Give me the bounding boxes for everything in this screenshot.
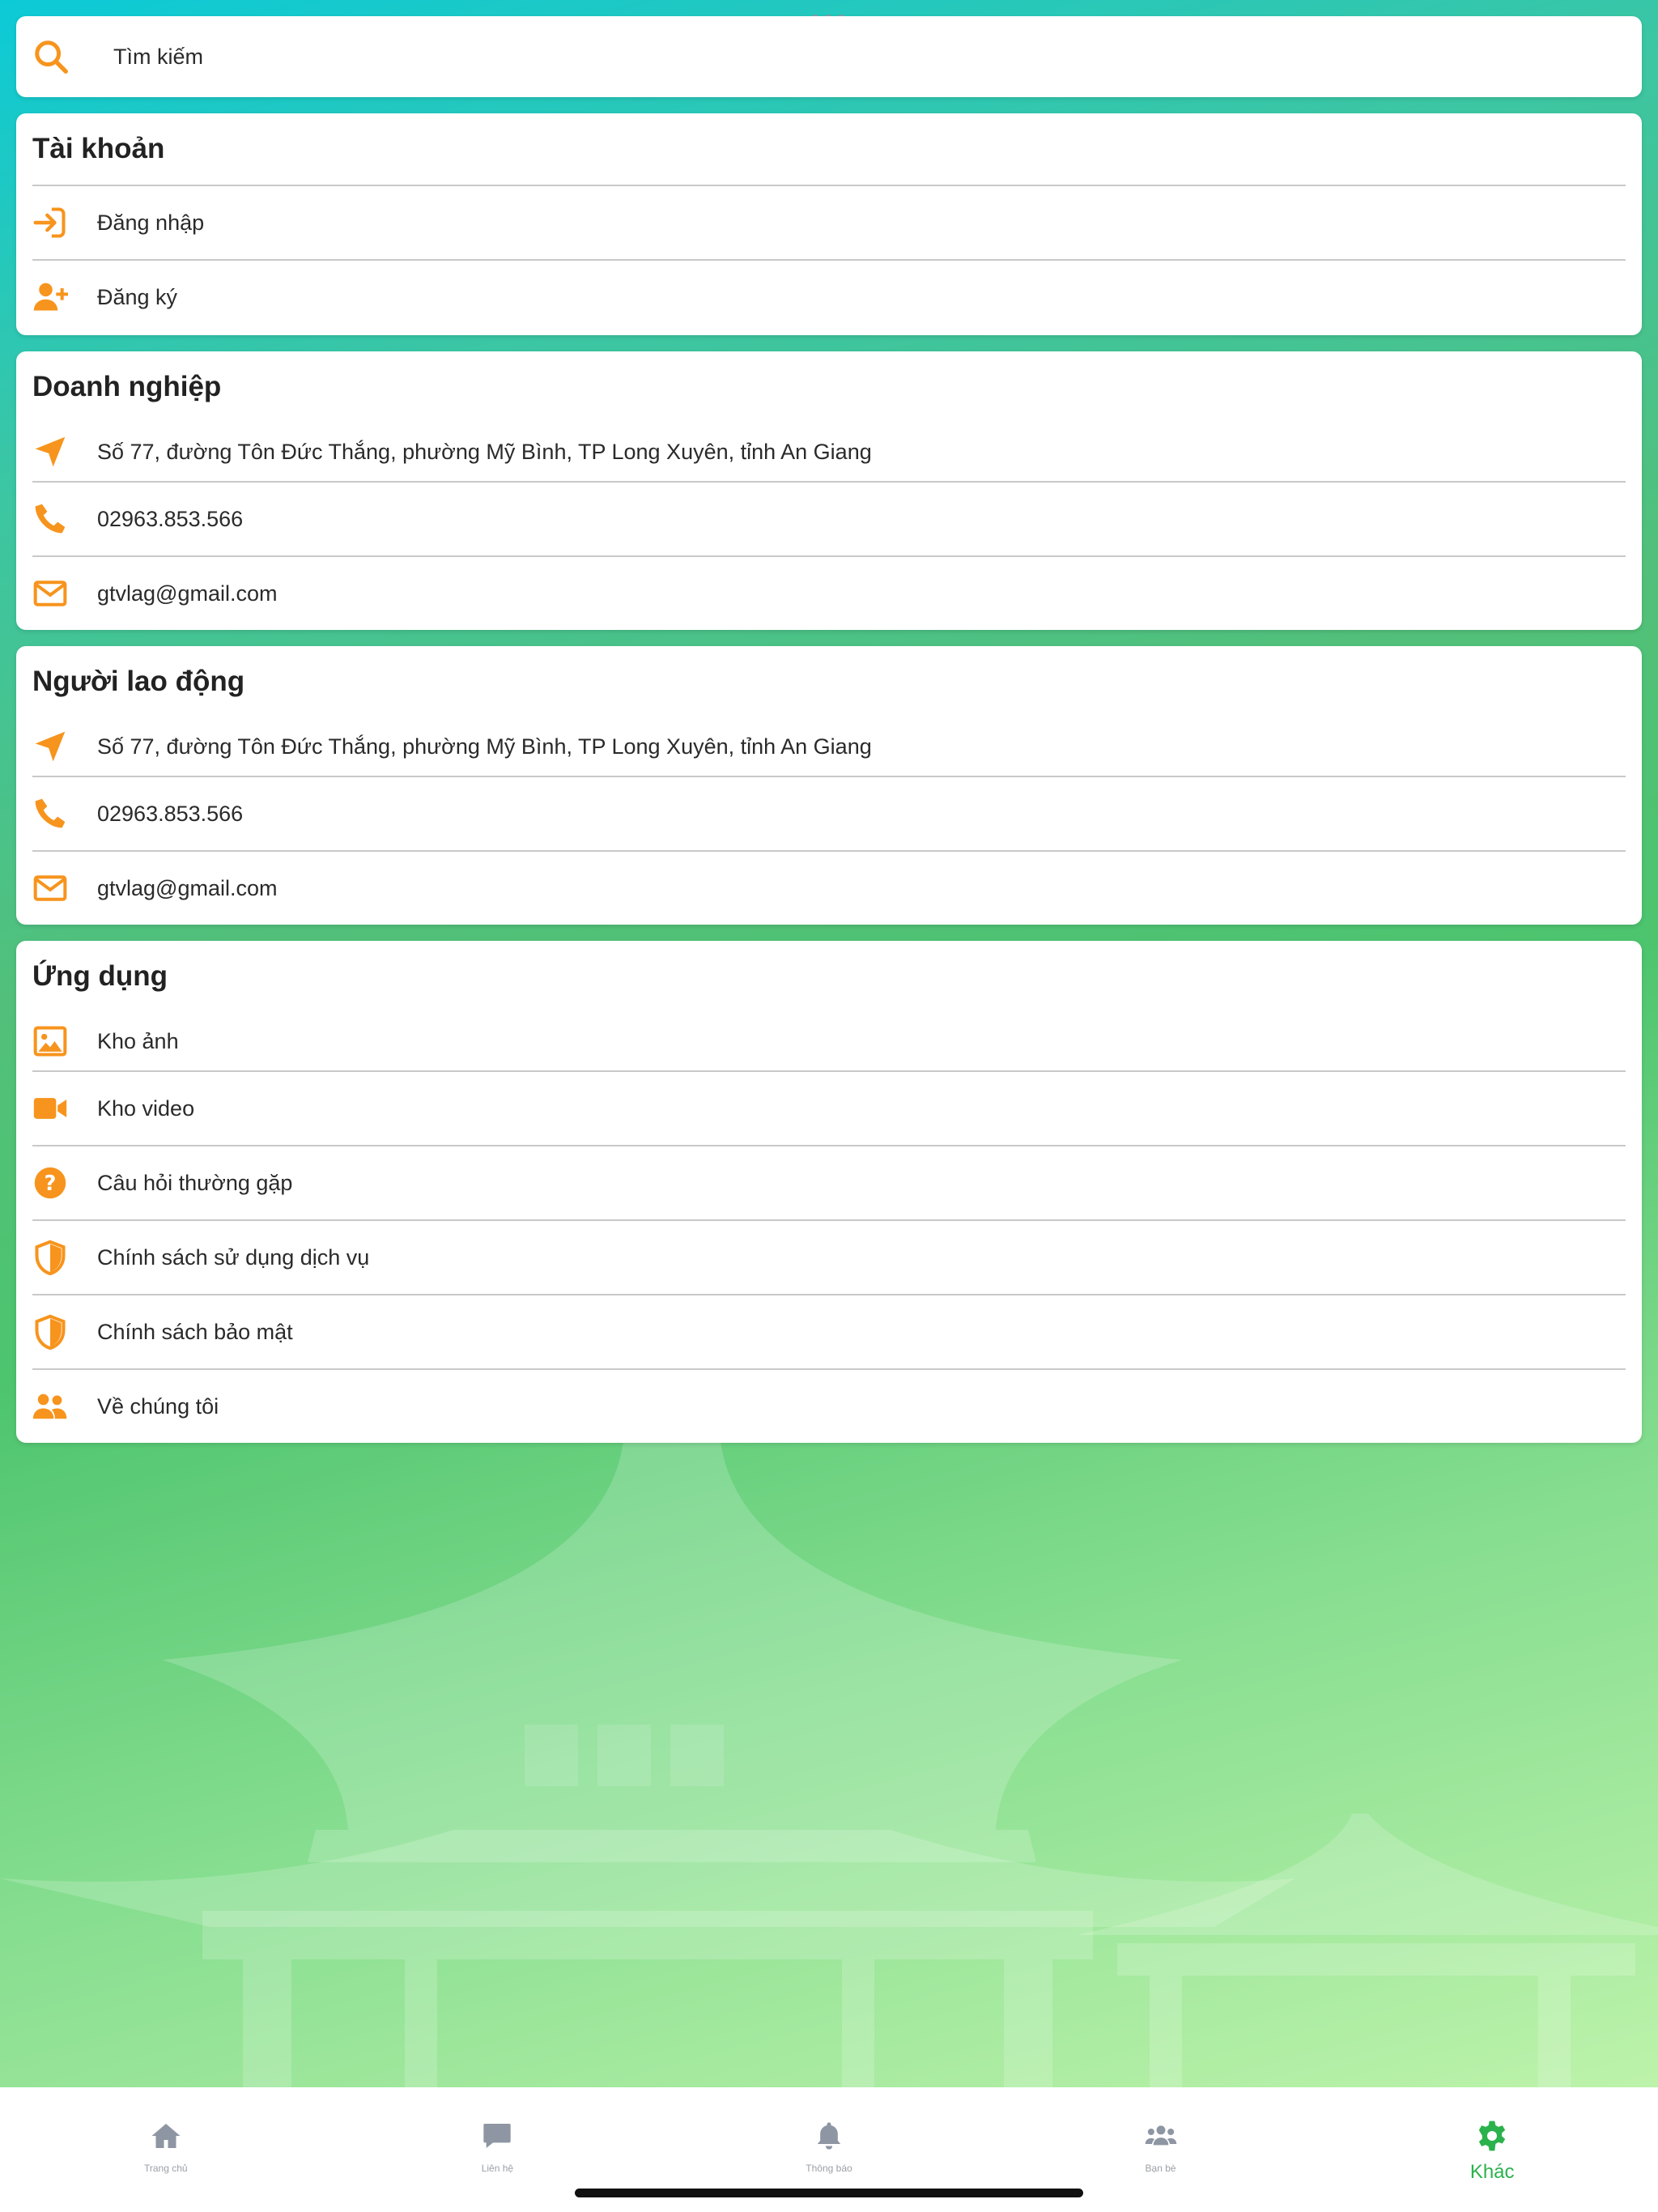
- location-arrow-icon: [32, 432, 97, 471]
- business-section: Doanh nghiệp Số 77, đường Tôn Đức Thắng,…: [16, 351, 1642, 630]
- app-section: Ứng dụng Kho ảnh Kho video ? Câu hỏi thư…: [16, 941, 1642, 1443]
- login-label: Đăng nhập: [97, 210, 205, 235]
- app-title: Ứng dụng: [32, 960, 168, 992]
- envelope-icon: [32, 574, 97, 613]
- account-title: Tài khoản: [32, 133, 165, 164]
- bell-icon: [813, 2120, 845, 2156]
- register-label: Đăng ký: [97, 284, 178, 309]
- worker-email: gtvlag@gmail.com: [97, 875, 278, 900]
- photo-gallery-label: Kho ảnh: [97, 1028, 179, 1053]
- tab-home[interactable]: Trang chủ: [0, 2087, 332, 2212]
- register-item[interactable]: Đăng ký: [32, 259, 1626, 334]
- business-phone: 02963.853.566: [97, 506, 244, 531]
- chat-icon: [481, 2120, 513, 2156]
- login-icon: [32, 203, 97, 242]
- privacy-policy-label: Chính sách bảo mật: [97, 1319, 293, 1344]
- photo-gallery-item[interactable]: Kho ảnh: [32, 1012, 1626, 1070]
- shield-icon: [32, 1312, 97, 1351]
- business-email-item[interactable]: gtvlag@gmail.com: [32, 555, 1626, 630]
- location-arrow-icon: [32, 727, 97, 766]
- about-us-label: Về chúng tôi: [97, 1393, 219, 1419]
- login-item[interactable]: Đăng nhập: [32, 185, 1626, 259]
- worker-section: Người lao động Số 77, đường Tôn Đức Thắn…: [16, 646, 1642, 925]
- worker-address-item[interactable]: Số 77, đường Tôn Đức Thắng, phường Mỹ Bì…: [32, 717, 1626, 776]
- terms-of-service-label: Chính sách sử dụng dịch vụ: [97, 1244, 370, 1270]
- search-bar[interactable]: Tìm kiếm: [16, 16, 1642, 97]
- gear-icon: [1476, 2120, 1508, 2156]
- faq-label: Câu hỏi thường gặp: [97, 1170, 293, 1195]
- tab-home-label: Trang chủ: [144, 2163, 188, 2174]
- envelope-icon: [32, 869, 97, 908]
- video-gallery-label: Kho video: [97, 1095, 195, 1121]
- image-icon: [32, 1022, 97, 1061]
- account-section: Tài khoản Đăng nhập Đăng ký: [16, 113, 1642, 335]
- question-icon: ?: [32, 1163, 97, 1202]
- worker-email-item[interactable]: gtvlag@gmail.com: [32, 850, 1626, 925]
- business-address: Số 77, đường Tôn Đức Thắng, phường Mỹ Bì…: [97, 439, 872, 464]
- phone-icon: [32, 794, 97, 833]
- worker-title: Người lao động: [32, 666, 245, 697]
- search-label: Tìm kiếm: [113, 44, 203, 69]
- friends-icon: [1145, 2120, 1177, 2156]
- home-icon: [150, 2120, 182, 2156]
- terms-of-service-item[interactable]: Chính sách sử dụng dịch vụ: [32, 1219, 1626, 1294]
- about-us-item[interactable]: Về chúng tôi: [32, 1368, 1626, 1443]
- svg-text:?: ?: [45, 1172, 57, 1196]
- business-email: gtvlag@gmail.com: [97, 581, 278, 606]
- user-plus-icon: [32, 278, 97, 317]
- tab-contact-label: Liên hệ: [481, 2163, 514, 2174]
- phone-icon: [32, 500, 97, 538]
- tab-more-label: Khác: [1469, 2161, 1515, 2183]
- business-address-item[interactable]: Số 77, đường Tôn Đức Thắng, phường Mỹ Bì…: [32, 423, 1626, 481]
- worker-address: Số 77, đường Tôn Đức Thắng, phường Mỹ Bì…: [97, 734, 872, 759]
- tab-notifications-label: Thông báo: [806, 2163, 852, 2174]
- worker-phone-item[interactable]: 02963.853.566: [32, 776, 1626, 850]
- video-icon: [32, 1089, 97, 1128]
- video-gallery-item[interactable]: Kho video: [32, 1070, 1626, 1145]
- search-icon: [32, 38, 113, 75]
- shield-icon: [32, 1238, 97, 1277]
- worker-phone: 02963.853.566: [97, 801, 244, 826]
- pagoda-background-art: [0, 1441, 1658, 2089]
- privacy-policy-item[interactable]: Chính sách bảo mật: [32, 1294, 1626, 1368]
- users-icon: [32, 1387, 97, 1426]
- business-title: Doanh nghiệp: [32, 371, 222, 402]
- tab-more[interactable]: Khác: [1326, 2087, 1658, 2212]
- home-indicator: [575, 2189, 1083, 2197]
- tab-friends-label: Bạn bè: [1145, 2163, 1176, 2174]
- business-phone-item[interactable]: 02963.853.566: [32, 481, 1626, 555]
- faq-item[interactable]: ? Câu hỏi thường gặp: [32, 1145, 1626, 1219]
